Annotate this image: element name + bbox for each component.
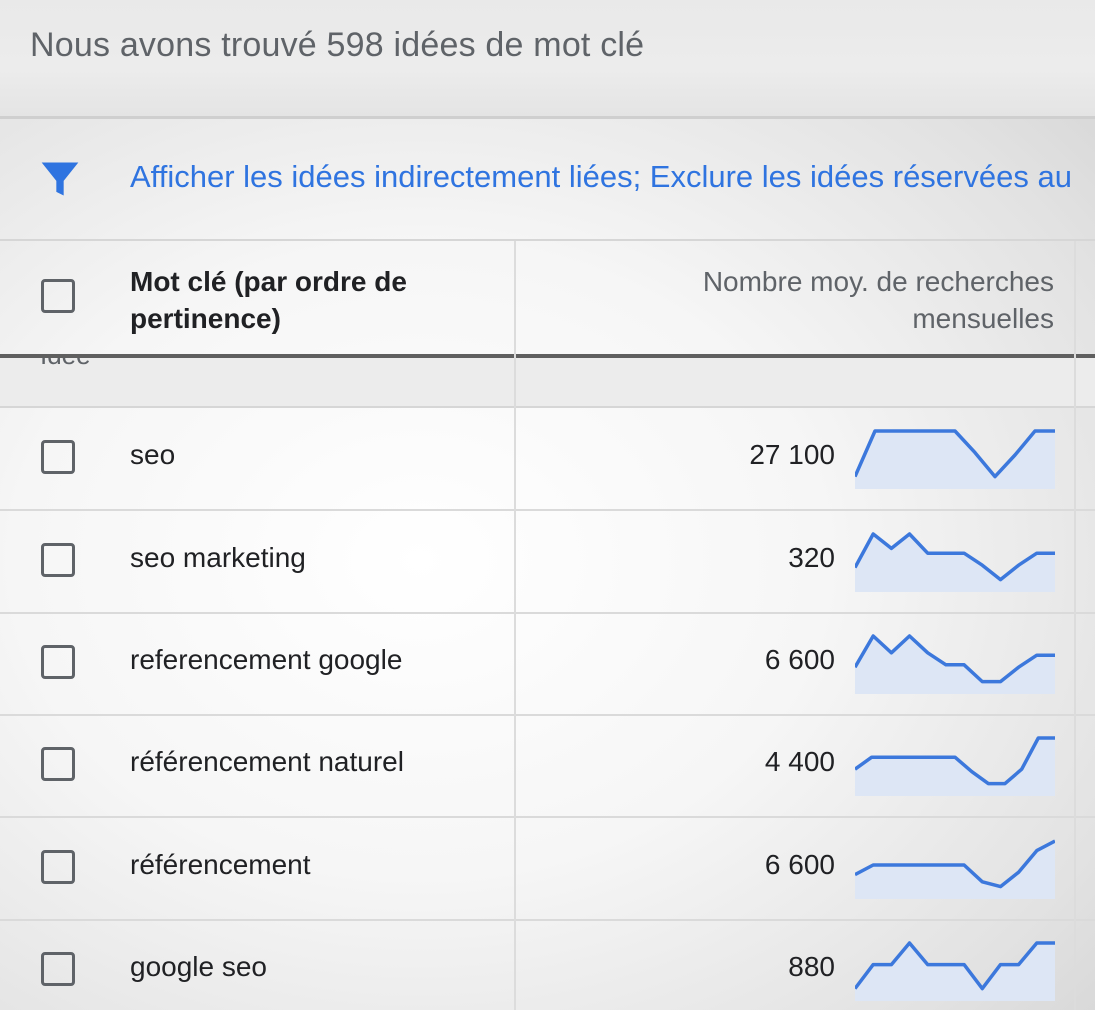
active-filters-link[interactable]: Afficher les idées indirectement liées; … bbox=[130, 159, 1072, 195]
keyword-text: seo marketing bbox=[130, 542, 306, 573]
row-checkbox[interactable] bbox=[41, 850, 75, 884]
keyword-text: referencement google bbox=[130, 644, 403, 675]
trend-sparkline bbox=[855, 532, 1055, 592]
avg-monthly-searches-value: 320 bbox=[788, 542, 835, 573]
trend-sparkline bbox=[855, 839, 1055, 899]
table-header: Mot clé (par ordre de pertinence) Nombre… bbox=[0, 241, 1095, 358]
avg-monthly-searches-value: 6 600 bbox=[764, 849, 835, 880]
column-divider-searches bbox=[1074, 241, 1076, 1010]
keyword-row[interactable]: seo 27 100 bbox=[0, 407, 1095, 511]
avg-monthly-searches-value: 6 600 bbox=[764, 644, 835, 675]
avg-monthly-searches-value: 27 100 bbox=[749, 439, 835, 470]
column-header-avg-monthly-searches[interactable]: Nombre moy. de recherches mensuelles bbox=[554, 263, 1054, 337]
sparkline-area bbox=[855, 943, 1055, 1001]
sparkline-area bbox=[855, 431, 1055, 489]
trend-sparkline bbox=[855, 941, 1055, 1001]
filter-icon[interactable] bbox=[38, 157, 82, 201]
column-header-keyword[interactable]: Mot clé (par ordre de pertinence) bbox=[130, 263, 500, 337]
keyword-planner-screen: Nous avons trouvé 598 idées de mot clé A… bbox=[0, 0, 1095, 1010]
sparkline-area bbox=[855, 738, 1055, 796]
keyword-row[interactable]: seo marketing 320 bbox=[0, 510, 1095, 614]
keyword-row[interactable]: référencement naturel 4 400 bbox=[0, 714, 1095, 818]
select-all-checkbox[interactable] bbox=[41, 279, 75, 313]
row-checkbox[interactable] bbox=[41, 543, 75, 577]
keyword-text: référencement bbox=[130, 849, 311, 880]
row-checkbox[interactable] bbox=[41, 952, 75, 986]
keyword-text: référencement naturel bbox=[130, 746, 404, 777]
results-count-title: Nous avons trouvé 598 idées de mot clé bbox=[30, 26, 645, 64]
row-checkbox[interactable] bbox=[41, 440, 75, 474]
group-label: Idée bbox=[40, 358, 91, 371]
row-checkbox[interactable] bbox=[41, 747, 75, 781]
trend-sparkline bbox=[855, 429, 1055, 489]
keyword-row[interactable]: google seo 880 bbox=[0, 919, 1095, 1010]
results-header: Nous avons trouvé 598 idées de mot clé bbox=[0, 0, 1095, 119]
row-checkbox[interactable] bbox=[41, 645, 75, 679]
keyword-text: google seo bbox=[130, 951, 268, 982]
sparkline-area bbox=[855, 841, 1055, 899]
filter-bar[interactable]: Afficher les idées indirectement liées; … bbox=[0, 119, 1095, 241]
column-divider-keyword bbox=[514, 241, 516, 1010]
group-row: Idée bbox=[0, 358, 1095, 408]
avg-monthly-searches-value: 880 bbox=[788, 951, 835, 982]
keyword-row[interactable]: référencement 6 600 bbox=[0, 817, 1095, 921]
keyword-row[interactable]: referencement google 6 600 bbox=[0, 612, 1095, 716]
avg-monthly-searches-value: 4 400 bbox=[764, 746, 835, 777]
keyword-text: seo bbox=[130, 439, 176, 470]
trend-sparkline bbox=[855, 634, 1055, 694]
trend-sparkline bbox=[855, 736, 1055, 796]
